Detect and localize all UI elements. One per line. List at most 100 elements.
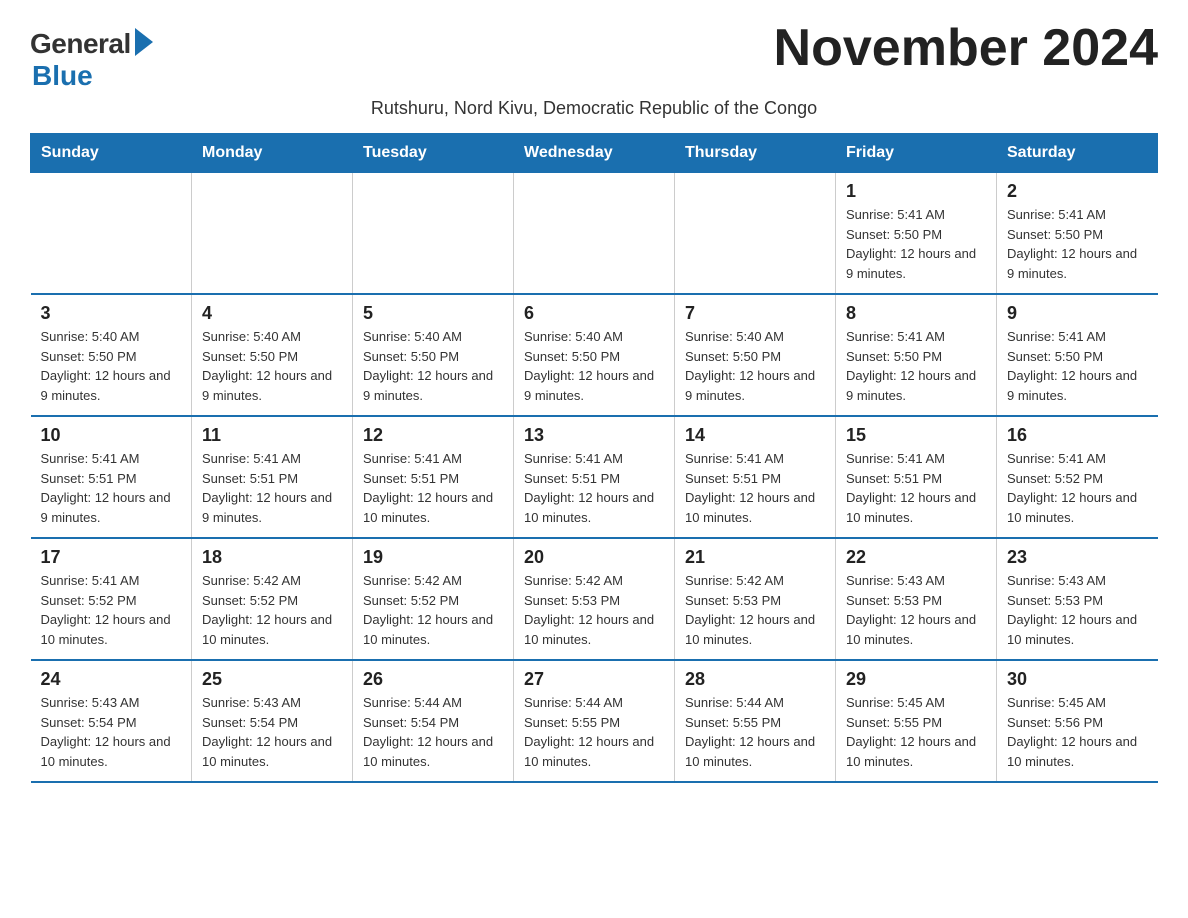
day-info: Sunrise: 5:40 AM Sunset: 5:50 PM Dayligh… [363, 327, 503, 405]
calendar-header-monday: Monday [192, 134, 353, 173]
calendar-cell [31, 173, 192, 295]
day-number: 22 [846, 547, 986, 568]
day-info: Sunrise: 5:40 AM Sunset: 5:50 PM Dayligh… [202, 327, 342, 405]
calendar-cell: 21 Sunrise: 5:42 AM Sunset: 5:53 PM Dayli… [675, 538, 836, 660]
calendar-cell: 5 Sunrise: 5:40 AM Sunset: 5:50 PM Daylig… [353, 294, 514, 416]
calendar-cell [353, 173, 514, 295]
day-info: Sunrise: 5:41 AM Sunset: 5:51 PM Dayligh… [846, 449, 986, 527]
calendar-cell: 23 Sunrise: 5:43 AM Sunset: 5:53 PM Dayli… [997, 538, 1158, 660]
day-info: Sunrise: 5:45 AM Sunset: 5:56 PM Dayligh… [1007, 693, 1148, 771]
day-info: Sunrise: 5:41 AM Sunset: 5:51 PM Dayligh… [524, 449, 664, 527]
calendar-week-row: 10 Sunrise: 5:41 AM Sunset: 5:51 PM Dayli… [31, 416, 1158, 538]
calendar-table: SundayMondayTuesdayWednesdayThursdayFrid… [30, 133, 1158, 783]
day-info: Sunrise: 5:41 AM Sunset: 5:51 PM Dayligh… [41, 449, 182, 527]
calendar-cell: 11Sunrise: 5:41 AM Sunset: 5:51 PM Dayli… [192, 416, 353, 538]
calendar-cell: 16Sunrise: 5:41 AM Sunset: 5:52 PM Dayli… [997, 416, 1158, 538]
calendar-cell: 19Sunrise: 5:42 AM Sunset: 5:52 PM Dayli… [353, 538, 514, 660]
day-info: Sunrise: 5:43 AM Sunset: 5:54 PM Dayligh… [41, 693, 182, 771]
calendar-week-row: 3 Sunrise: 5:40 AM Sunset: 5:50 PM Daylig… [31, 294, 1158, 416]
day-info: Sunrise: 5:41 AM Sunset: 5:51 PM Dayligh… [685, 449, 825, 527]
calendar-cell: 12 Sunrise: 5:41 AM Sunset: 5:51 PM Dayli… [353, 416, 514, 538]
day-info: Sunrise: 5:42 AM Sunset: 5:53 PM Dayligh… [685, 571, 825, 649]
calendar-cell: 30Sunrise: 5:45 AM Sunset: 5:56 PM Dayli… [997, 660, 1158, 782]
calendar-cell: 3 Sunrise: 5:40 AM Sunset: 5:50 PM Daylig… [31, 294, 192, 416]
day-number: 4 [202, 303, 342, 324]
calendar-cell: 9 Sunrise: 5:41 AM Sunset: 5:50 PM Daylig… [997, 294, 1158, 416]
calendar-cell: 25 Sunrise: 5:43 AM Sunset: 5:54 PM Dayli… [192, 660, 353, 782]
day-info: Sunrise: 5:41 AM Sunset: 5:50 PM Dayligh… [846, 327, 986, 405]
day-info: Sunrise: 5:41 AM Sunset: 5:51 PM Dayligh… [202, 449, 342, 527]
day-number: 9 [1007, 303, 1148, 324]
day-number: 23 [1007, 547, 1148, 568]
day-number: 8 [846, 303, 986, 324]
calendar-cell: 4 Sunrise: 5:40 AM Sunset: 5:50 PM Daylig… [192, 294, 353, 416]
header: General Blue November 2024 [30, 20, 1158, 92]
day-info: Sunrise: 5:42 AM Sunset: 5:52 PM Dayligh… [363, 571, 503, 649]
day-info: Sunrise: 5:45 AM Sunset: 5:55 PM Dayligh… [846, 693, 986, 771]
calendar-cell: 22 Sunrise: 5:43 AM Sunset: 5:53 PM Dayli… [836, 538, 997, 660]
calendar-cell: 1 Sunrise: 5:41 AM Sunset: 5:50 PM Daylig… [836, 173, 997, 295]
day-number: 15 [846, 425, 986, 446]
day-number: 25 [202, 669, 342, 690]
day-number: 6 [524, 303, 664, 324]
logo-blue-text: Blue [32, 60, 93, 92]
day-info: Sunrise: 5:41 AM Sunset: 5:52 PM Dayligh… [1007, 449, 1148, 527]
calendar-cell: 15 Sunrise: 5:41 AM Sunset: 5:51 PM Dayli… [836, 416, 997, 538]
page-title: November 2024 [774, 20, 1158, 77]
calendar-cell [192, 173, 353, 295]
day-info: Sunrise: 5:40 AM Sunset: 5:50 PM Dayligh… [685, 327, 825, 405]
day-number: 14 [685, 425, 825, 446]
calendar-week-row: 17Sunrise: 5:41 AM Sunset: 5:52 PM Dayli… [31, 538, 1158, 660]
day-info: Sunrise: 5:40 AM Sunset: 5:50 PM Dayligh… [524, 327, 664, 405]
day-number: 27 [524, 669, 664, 690]
logo-general-text: General [30, 28, 131, 60]
calendar-cell [675, 173, 836, 295]
calendar-cell: 2Sunrise: 5:41 AM Sunset: 5:50 PM Daylig… [997, 173, 1158, 295]
day-info: Sunrise: 5:41 AM Sunset: 5:52 PM Dayligh… [41, 571, 182, 649]
day-number: 1 [846, 181, 986, 202]
calendar-cell: 27 Sunrise: 5:44 AM Sunset: 5:55 PM Dayli… [514, 660, 675, 782]
calendar-header-saturday: Saturday [997, 134, 1158, 173]
day-info: Sunrise: 5:42 AM Sunset: 5:53 PM Dayligh… [524, 571, 664, 649]
day-number: 28 [685, 669, 825, 690]
day-info: Sunrise: 5:43 AM Sunset: 5:53 PM Dayligh… [846, 571, 986, 649]
day-info: Sunrise: 5:42 AM Sunset: 5:52 PM Dayligh… [202, 571, 342, 649]
day-info: Sunrise: 5:40 AM Sunset: 5:50 PM Dayligh… [41, 327, 182, 405]
day-number: 26 [363, 669, 503, 690]
day-number: 29 [846, 669, 986, 690]
logo-arrow-icon [135, 28, 153, 56]
day-number: 5 [363, 303, 503, 324]
calendar-cell: 26 Sunrise: 5:44 AM Sunset: 5:54 PM Dayli… [353, 660, 514, 782]
calendar-cell: 6 Sunrise: 5:40 AM Sunset: 5:50 PM Daylig… [514, 294, 675, 416]
day-number: 12 [363, 425, 503, 446]
subtitle: Rutshuru, Nord Kivu, Democratic Republic… [30, 98, 1158, 119]
calendar-cell: 20 Sunrise: 5:42 AM Sunset: 5:53 PM Dayli… [514, 538, 675, 660]
calendar-cell: 29 Sunrise: 5:45 AM Sunset: 5:55 PM Dayli… [836, 660, 997, 782]
calendar-header-sunday: Sunday [31, 134, 192, 173]
day-number: 7 [685, 303, 825, 324]
day-number: 3 [41, 303, 182, 324]
calendar-header-thursday: Thursday [675, 134, 836, 173]
calendar-cell: 7 Sunrise: 5:40 AM Sunset: 5:50 PM Daylig… [675, 294, 836, 416]
calendar-cell: 14 Sunrise: 5:41 AM Sunset: 5:51 PM Dayli… [675, 416, 836, 538]
calendar-header-tuesday: Tuesday [353, 134, 514, 173]
calendar-week-row: 24Sunrise: 5:43 AM Sunset: 5:54 PM Dayli… [31, 660, 1158, 782]
day-info: Sunrise: 5:43 AM Sunset: 5:54 PM Dayligh… [202, 693, 342, 771]
day-info: Sunrise: 5:41 AM Sunset: 5:51 PM Dayligh… [363, 449, 503, 527]
day-number: 21 [685, 547, 825, 568]
day-info: Sunrise: 5:41 AM Sunset: 5:50 PM Dayligh… [1007, 327, 1148, 405]
day-number: 10 [41, 425, 182, 446]
day-info: Sunrise: 5:44 AM Sunset: 5:54 PM Dayligh… [363, 693, 503, 771]
day-info: Sunrise: 5:43 AM Sunset: 5:53 PM Dayligh… [1007, 571, 1148, 649]
calendar-cell: 8 Sunrise: 5:41 AM Sunset: 5:50 PM Daylig… [836, 294, 997, 416]
day-info: Sunrise: 5:41 AM Sunset: 5:50 PM Dayligh… [846, 205, 986, 283]
calendar-cell [514, 173, 675, 295]
calendar-cell: 18Sunrise: 5:42 AM Sunset: 5:52 PM Dayli… [192, 538, 353, 660]
calendar-cell: 17Sunrise: 5:41 AM Sunset: 5:52 PM Dayli… [31, 538, 192, 660]
day-number: 20 [524, 547, 664, 568]
day-info: Sunrise: 5:44 AM Sunset: 5:55 PM Dayligh… [685, 693, 825, 771]
calendar-cell: 13 Sunrise: 5:41 AM Sunset: 5:51 PM Dayli… [514, 416, 675, 538]
day-number: 13 [524, 425, 664, 446]
day-info: Sunrise: 5:44 AM Sunset: 5:55 PM Dayligh… [524, 693, 664, 771]
logo: General Blue [30, 28, 153, 92]
